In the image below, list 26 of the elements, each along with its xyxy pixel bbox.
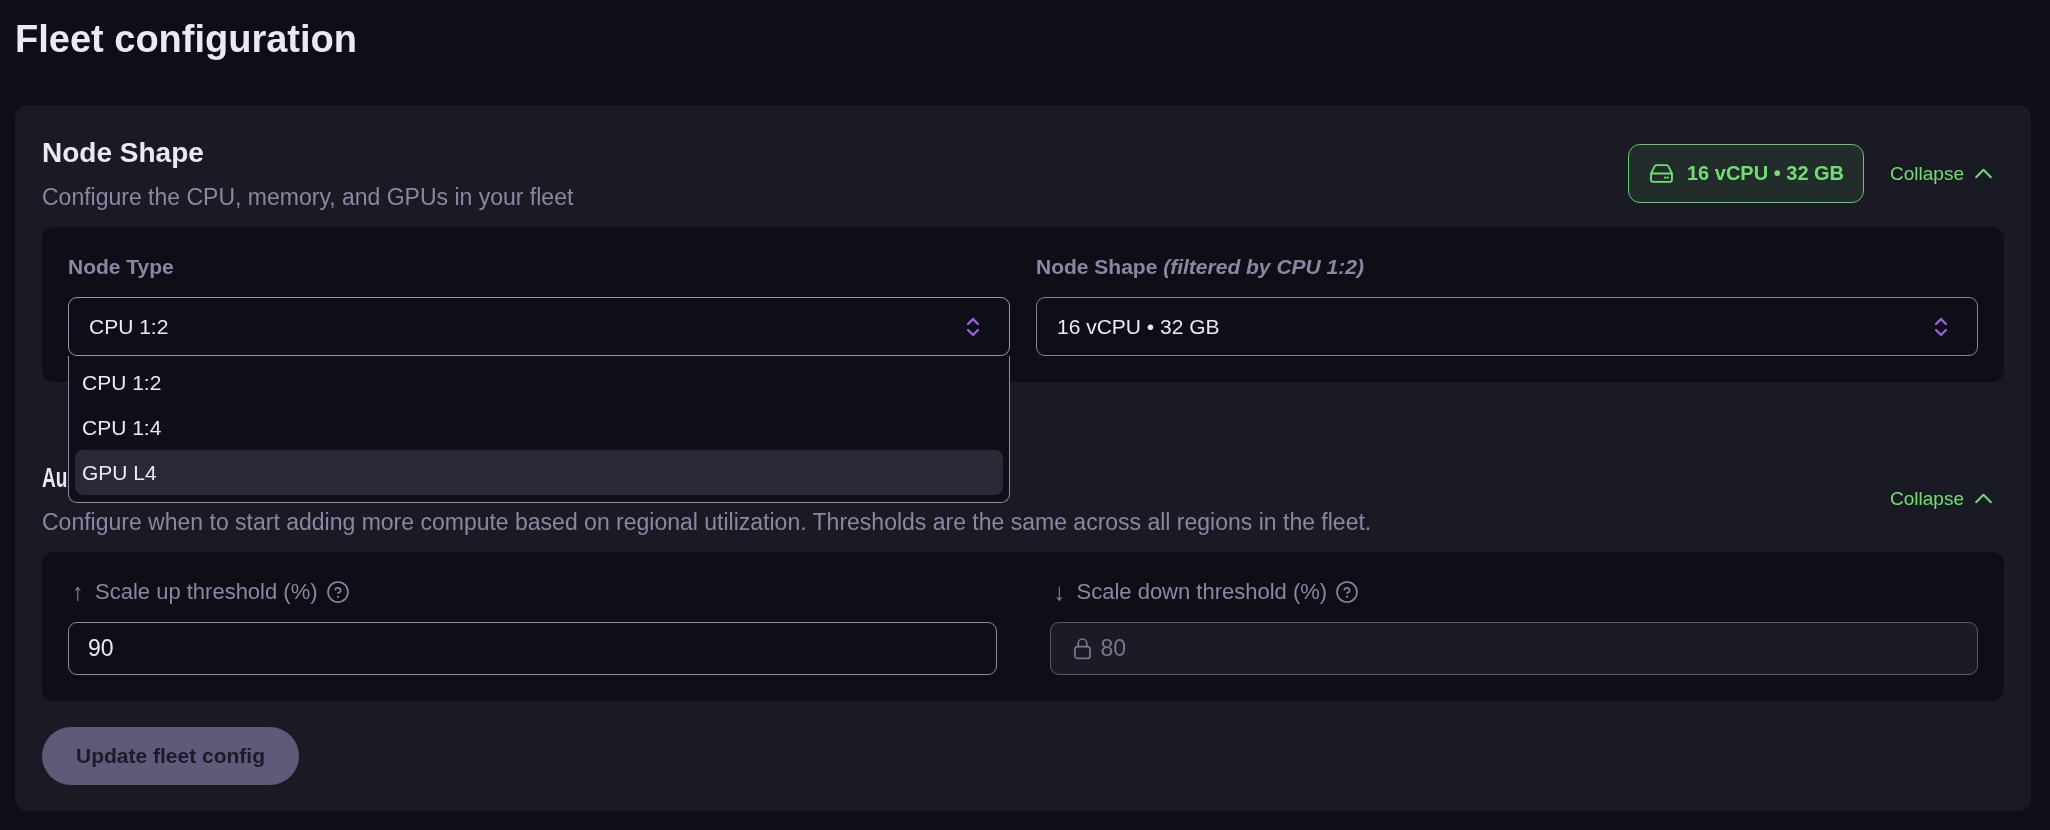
badge-text: 16 vCPU • 32 GB: [1687, 162, 1845, 185]
field-label: Scale down threshold (%): [1076, 580, 1328, 604]
field-label: Node Type: [68, 255, 174, 279]
drive-icon: [1650, 164, 1673, 183]
section-heading: Node Shape: [42, 136, 204, 170]
arrow-icon: ↓: [1053, 580, 1066, 604]
select-field[interactable]: 16 vCPU • 32 GB: [1036, 297, 1978, 356]
dropdown-option[interactable]: CPU 1:2: [75, 360, 1003, 405]
chevron-updown-icon: [1934, 316, 1948, 337]
section-description: Configure the CPU, memory, and GPUs in your fleet: [42, 183, 574, 211]
arrow-icon: ↑: [72, 580, 84, 604]
collapse-button[interactable]: Collapse: [1890, 161, 1993, 186]
chevron-updown-icon: [966, 316, 980, 337]
dropdown-option[interactable]: GPU L4: [75, 450, 1003, 495]
threshold-input[interactable]: 90: [68, 622, 997, 675]
field-label: Scale up threshold (%): [95, 580, 318, 604]
help-icon[interactable]: [326, 581, 349, 603]
lock-icon: [1072, 637, 1092, 660]
section-heading: Au: [42, 461, 68, 495]
select-field[interactable]: CPU 1:2: [68, 297, 1010, 356]
collapse-button[interactable]: Collapse: [1890, 486, 1993, 511]
help-icon[interactable]: [1336, 581, 1359, 603]
field-label: Node Shape (filtered by CPU 1:2): [1036, 255, 1364, 279]
dropdown-option[interactable]: CPU 1:4: [75, 405, 1003, 450]
page-title: Fleet configuration: [15, 17, 357, 62]
section-description: Configure when to start adding more compute based on regional utilization. Thresholds are the same across all regions in the fleet.: [42, 508, 1372, 536]
